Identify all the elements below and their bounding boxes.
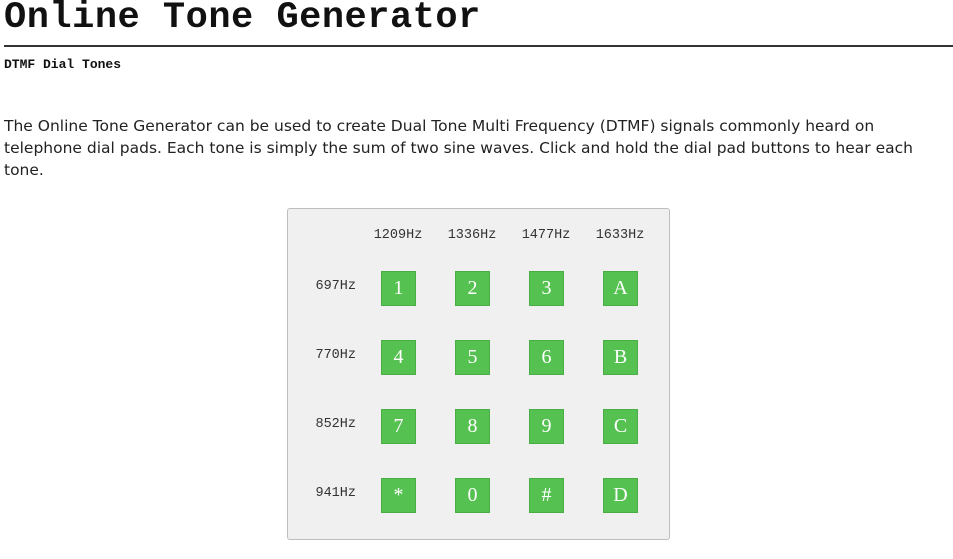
dial-key-1[interactable]: 1 xyxy=(381,271,416,306)
dial-key-2[interactable]: 2 xyxy=(455,271,490,306)
row-frequency-770: 770Hz xyxy=(315,348,356,363)
dial-key-4[interactable]: 4 xyxy=(381,340,416,375)
dial-key-6[interactable]: 6 xyxy=(529,340,564,375)
page: Online Tone Generator DTMF Dial Tones Th… xyxy=(0,0,953,559)
column-frequency-1209: 1209Hz xyxy=(373,228,423,243)
dial-key-a[interactable]: A xyxy=(603,271,638,306)
page-title: Online Tone Generator xyxy=(4,0,481,39)
dial-key-8[interactable]: 8 xyxy=(455,409,490,444)
row-frequency-941: 941Hz xyxy=(315,486,356,501)
dial-key-7[interactable]: 7 xyxy=(381,409,416,444)
intro-paragraph: The Online Tone Generator can be used to… xyxy=(4,117,913,179)
column-frequency-1633: 1633Hz xyxy=(595,228,645,243)
dial-key-c[interactable]: C xyxy=(603,409,638,444)
dial-key-b[interactable]: B xyxy=(603,340,638,375)
dial-key-3[interactable]: 3 xyxy=(529,271,564,306)
dial-key-0[interactable]: 0 xyxy=(455,478,490,513)
row-frequency-697: 697Hz xyxy=(315,279,356,294)
column-frequency-1336: 1336Hz xyxy=(447,228,497,243)
dial-key-d[interactable]: D xyxy=(603,478,638,513)
title-divider xyxy=(4,45,953,47)
dial-key-5[interactable]: 5 xyxy=(455,340,490,375)
page-subtitle: DTMF Dial Tones xyxy=(4,57,122,72)
dial-key-hash[interactable]: # xyxy=(529,478,564,513)
dtmf-dial-pad: 1209Hz 1336Hz 1477Hz 1633Hz 697Hz 770Hz … xyxy=(287,208,670,540)
dial-key-star[interactable]: * xyxy=(381,478,416,513)
row-frequency-852: 852Hz xyxy=(315,417,356,432)
column-frequency-1477: 1477Hz xyxy=(521,228,571,243)
dial-key-9[interactable]: 9 xyxy=(529,409,564,444)
